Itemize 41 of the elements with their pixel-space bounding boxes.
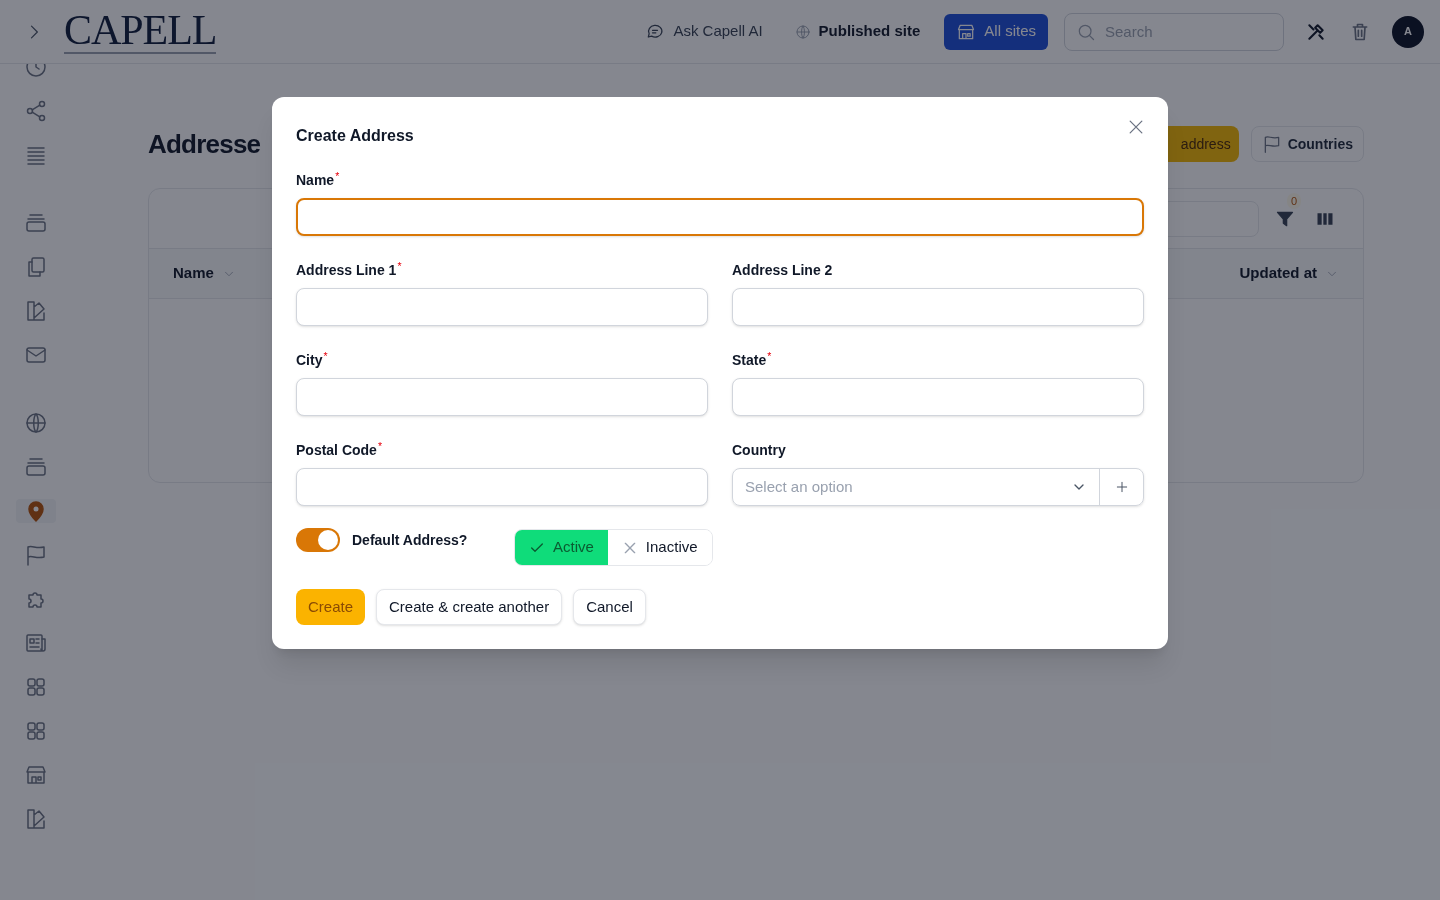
column-header[interactable]: Name <box>173 262 236 285</box>
field-label: City$^{*}$ <box>296 350 329 370</box>
avatar[interactable]: A <box>1392 15 1424 48</box>
field-label: Country <box>732 441 787 460</box>
field-label: Postal Code$^{*}$ <box>296 440 383 460</box>
secondary-button[interactable]: Create & create another <box>376 589 563 625</box>
field-label: Address Line 2 <box>732 261 834 280</box>
text-field[interactable] <box>296 198 1144 236</box>
tray-icon <box>24 455 48 479</box>
flag-icon <box>24 543 48 567</box>
swatch-icon <box>24 807 48 831</box>
default-address-toggle[interactable] <box>296 528 340 552</box>
country-select[interactable]: Select an option <box>732 468 1144 506</box>
field-label: Address Line 1$^{*}$ <box>296 260 403 280</box>
map-pin-nav-item[interactable] <box>16 499 56 523</box>
swatch-icon <box>24 299 48 323</box>
tools-icon <box>1306 21 1326 42</box>
column-header[interactable]: Updated at <box>1239 262 1339 285</box>
grid-icon <box>24 675 48 699</box>
status-option-selected[interactable]: Active <box>515 530 608 565</box>
logo[interactable]: CAPELL <box>64 9 217 54</box>
globe-icon <box>794 23 811 40</box>
filter-count-badge: 0 <box>1287 192 1302 209</box>
globe-icon <box>24 411 48 435</box>
countries-button[interactable]: Countries <box>1250 126 1364 162</box>
share-icon <box>24 99 48 123</box>
field-label: State$^{*}$ <box>732 350 773 370</box>
tray-icon <box>24 211 48 235</box>
ask-ai-link[interactable]: Ask Capell AI <box>645 20 763 43</box>
trash-icon <box>1350 21 1370 42</box>
published-site-link[interactable]: Published site <box>794 20 921 43</box>
field-label: Name$^{*}$ <box>296 170 341 190</box>
grid-icon <box>24 719 48 743</box>
toggle-label: Default Address? <box>352 531 469 550</box>
page-title: Addresse <box>148 127 261 161</box>
create-button[interactable]: Create <box>296 589 366 625</box>
secondary-button[interactable]: Cancel <box>573 589 646 625</box>
newspaper-icon <box>24 631 48 655</box>
dialog-title: Create Address <box>296 126 414 146</box>
all-sites-button[interactable]: All sites <box>944 13 1048 50</box>
storefront-icon <box>24 763 48 787</box>
